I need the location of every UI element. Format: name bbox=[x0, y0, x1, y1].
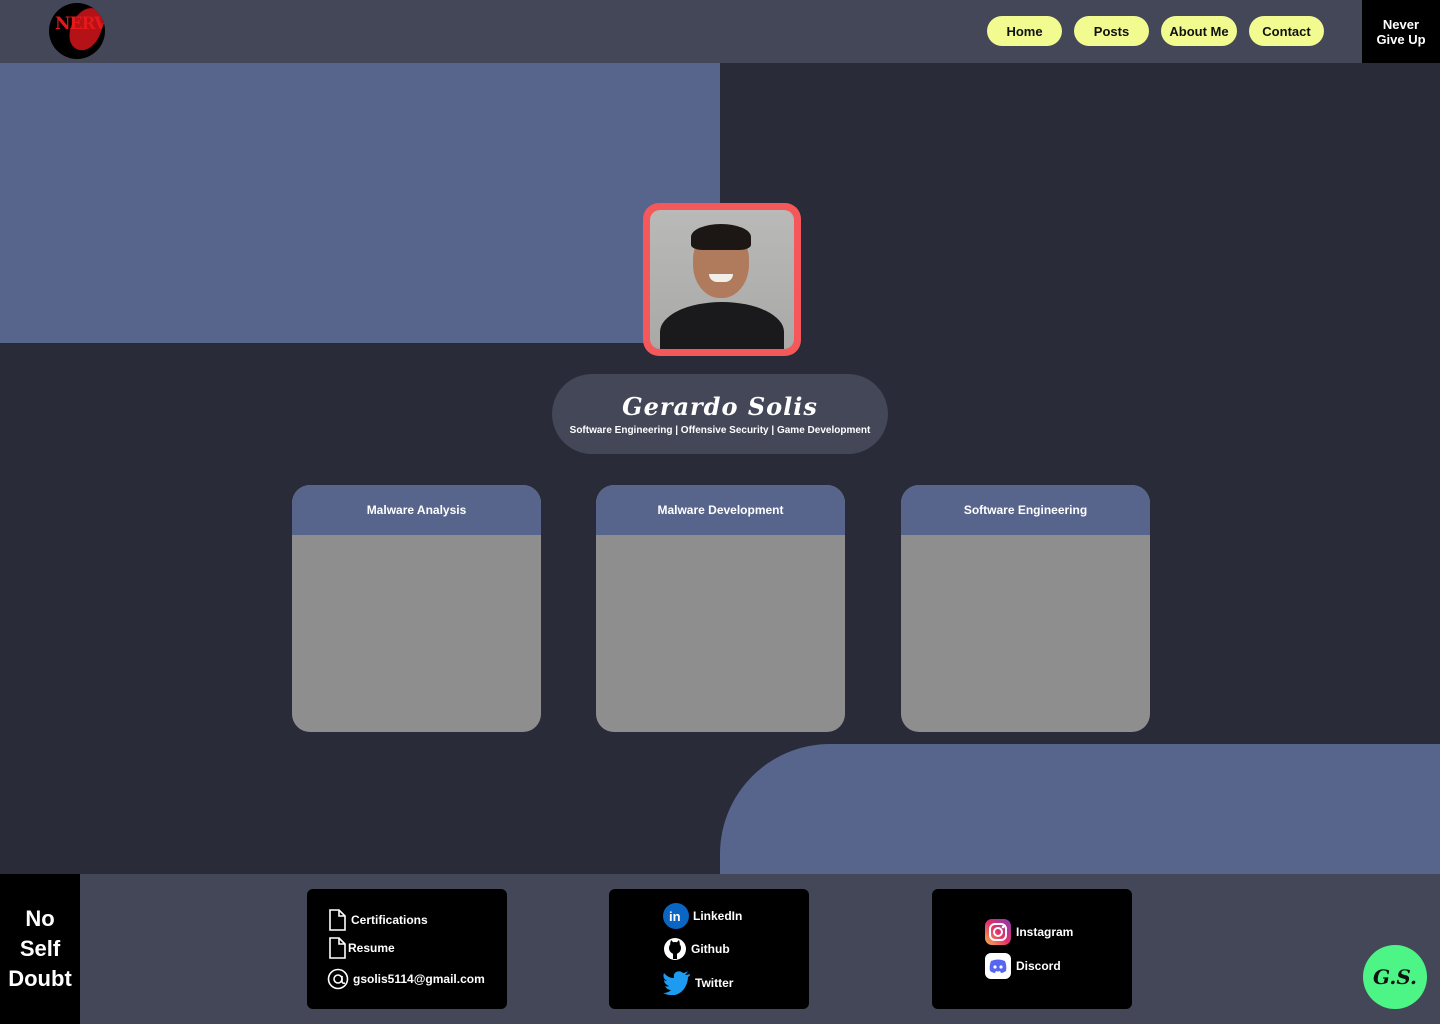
site-header: NERV Home Posts About Me Contact bbox=[0, 0, 1440, 63]
github-label: Github bbox=[691, 942, 730, 956]
resume-link[interactable]: Resume bbox=[327, 937, 395, 959]
card-title: Malware Analysis bbox=[292, 485, 541, 535]
initials-button[interactable]: G.S. bbox=[1363, 945, 1427, 1009]
footer-social-box-1: in LinkedIn Github Twitter bbox=[609, 889, 809, 1009]
discord-icon bbox=[984, 953, 1012, 979]
github-link[interactable]: Github bbox=[663, 937, 730, 961]
linkedin-label: LinkedIn bbox=[693, 909, 743, 923]
profile-tagline: Software Engineering | Offensive Securit… bbox=[569, 425, 871, 436]
footer-documents-box: Certifications Resume gsolis5114@gmail.c… bbox=[307, 889, 507, 1009]
twitter-label: Twitter bbox=[695, 976, 734, 990]
card-malware-analysis[interactable]: Malware Analysis bbox=[292, 485, 541, 732]
github-icon bbox=[663, 937, 687, 961]
decorative-shape-top bbox=[0, 63, 720, 343]
certifications-link[interactable]: Certifications bbox=[327, 909, 428, 931]
card-software-engineering[interactable]: Software Engineering bbox=[901, 485, 1150, 732]
instagram-label: Instagram bbox=[1016, 925, 1074, 939]
decorative-shape-bottom bbox=[720, 744, 1440, 874]
logo-text: NERV bbox=[55, 14, 105, 34]
email-link[interactable]: gsolis5114@gmail.com bbox=[327, 968, 485, 990]
profile-name: Gerardo Solis bbox=[622, 392, 818, 421]
profile-photo bbox=[650, 210, 794, 349]
profile-photo-frame bbox=[643, 203, 801, 356]
photo-body bbox=[660, 302, 784, 349]
motto-top-text: Never Give Up bbox=[1376, 16, 1426, 47]
main-nav: Home Posts About Me Contact bbox=[987, 16, 1324, 46]
linkedin-icon: in bbox=[663, 903, 689, 929]
nav-posts-button[interactable]: Posts bbox=[1074, 16, 1149, 46]
twitter-link[interactable]: Twitter bbox=[663, 971, 733, 995]
discord-label: Discord bbox=[1016, 959, 1061, 973]
name-card: Gerardo Solis Software Engineering | Off… bbox=[552, 374, 888, 454]
nav-about-button[interactable]: About Me bbox=[1161, 16, 1237, 46]
at-sign-icon bbox=[327, 968, 349, 990]
email-label: gsolis5114@gmail.com bbox=[353, 972, 485, 986]
card-malware-development[interactable]: Malware Development bbox=[596, 485, 845, 732]
certifications-label: Certifications bbox=[351, 913, 428, 927]
nav-contact-button[interactable]: Contact bbox=[1249, 16, 1324, 46]
never-give-up-motto: Never Give Up bbox=[1362, 0, 1440, 63]
twitter-bird-icon bbox=[663, 971, 691, 995]
card-title: Software Engineering bbox=[901, 485, 1150, 535]
resume-label: Resume bbox=[348, 941, 395, 955]
nerv-logo[interactable]: NERV bbox=[49, 3, 105, 59]
instagram-icon bbox=[984, 919, 1012, 945]
footer-social-box-2: Instagram Discord bbox=[932, 889, 1132, 1009]
discord-link[interactable]: Discord bbox=[984, 953, 1061, 979]
card-title: Malware Development bbox=[596, 485, 845, 535]
linkedin-link[interactable]: in LinkedIn bbox=[663, 903, 742, 929]
document-icon bbox=[327, 937, 347, 959]
photo-hair bbox=[691, 224, 751, 250]
document-icon bbox=[327, 909, 347, 931]
motto-bottom-text: No Self Doubt bbox=[8, 906, 72, 991]
nav-home-button[interactable]: Home bbox=[987, 16, 1062, 46]
no-self-doubt-motto: No Self Doubt bbox=[0, 874, 80, 1024]
svg-text:in: in bbox=[669, 909, 681, 924]
instagram-link[interactable]: Instagram bbox=[984, 919, 1073, 945]
